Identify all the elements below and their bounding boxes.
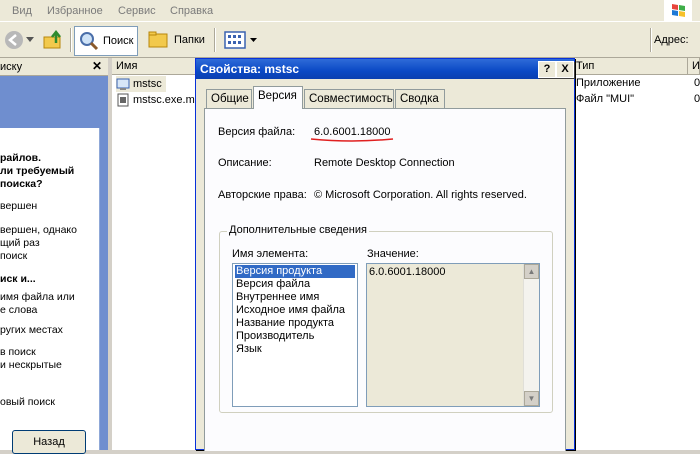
close-pane-icon[interactable]: ✕ — [92, 59, 102, 73]
back-button[interactable]: Назад — [12, 430, 86, 454]
left-option[interactable]: е слова — [0, 304, 98, 316]
item-listbox[interactable]: Версия продукта Версия файла Внутреннее … — [232, 263, 358, 407]
left-text-line: ли требуемый — [0, 165, 75, 177]
file-version-label: Версия файла: — [218, 126, 296, 138]
list-item[interactable]: Версия файла — [235, 278, 355, 291]
folders-button-label: Папки — [174, 34, 205, 46]
list-item[interactable]: Внутреннее имя — [235, 291, 355, 304]
tab-summary[interactable]: Сводка — [395, 89, 445, 108]
copyright-label: Авторские права: — [218, 189, 307, 201]
description-label: Описание: — [218, 157, 272, 169]
file-name: mstsc — [133, 78, 162, 90]
file-type: Приложение — [576, 77, 641, 89]
properties-dialog: Свойства: mstsc ? X Общие Версия Совмест… — [195, 58, 575, 451]
list-item[interactable]: Версия продукта — [235, 265, 355, 278]
dialog-titlebar[interactable]: Свойства: mstsc — [196, 59, 574, 79]
search-companion-card: райлов. ли требуемый поиска? вершен верш… — [0, 128, 100, 450]
folders-icon — [148, 31, 168, 48]
search-button[interactable]: Поиск — [74, 26, 139, 56]
views-icon — [224, 31, 246, 49]
value-label: Значение: — [367, 248, 419, 260]
address-label: Адрес: — [654, 34, 689, 46]
search-button-label: Поиск — [103, 35, 134, 47]
up-folder-button[interactable] — [38, 26, 68, 54]
column-header-type[interactable]: Тип — [572, 58, 688, 75]
menu-help[interactable]: Справка — [170, 5, 213, 17]
left-option[interactable]: и нескрытые — [0, 359, 98, 371]
copyright-value: © Microsoft Corporation. All rights rese… — [314, 189, 527, 201]
file-type: Файл "MUI" — [576, 93, 635, 105]
left-option[interactable]: вершен — [0, 200, 98, 212]
tab-compatibility[interactable]: Совместимость — [304, 89, 394, 108]
item-name-label: Имя элемента: — [232, 248, 309, 260]
file-extra: 0 — [694, 93, 700, 105]
left-option[interactable]: поиск — [0, 250, 98, 262]
left-option[interactable]: в поиск — [0, 346, 98, 358]
column-header-name[interactable]: Имя — [112, 58, 196, 75]
file-extra: 0 — [694, 77, 700, 89]
left-option[interactable]: овый поиск — [0, 396, 98, 408]
dialog-title: Свойства: mstsc — [200, 62, 300, 76]
group-title: Дополнительные сведения — [227, 224, 369, 236]
up-folder-icon — [43, 29, 61, 49]
search-pane-title: иску — [0, 61, 23, 73]
list-item[interactable]: Производитель — [235, 330, 355, 343]
toolbar: Поиск Папки Адрес: — [0, 22, 700, 58]
column-header-extra[interactable]: И — [688, 58, 700, 75]
file-row[interactable]: mstsc.exe.m — [116, 92, 195, 108]
menu-tools[interactable]: Сервис — [118, 5, 156, 17]
menu-bar: Вид Избранное Сервис Справка — [0, 0, 700, 22]
value-textbox[interactable]: 6.0.6001.18000 ▲ ▼ — [366, 263, 540, 407]
left-option[interactable]: щий раз — [0, 237, 98, 249]
list-item[interactable]: Название продукта — [235, 317, 355, 330]
value-scrollbar[interactable]: ▲ ▼ — [523, 264, 539, 406]
menu-favorites[interactable]: Избранное — [47, 5, 103, 17]
tab-version[interactable]: Версия — [253, 86, 303, 109]
close-button[interactable]: X — [556, 61, 574, 78]
list-item[interactable]: Исходное имя файла — [235, 304, 355, 317]
left-text-line: поиска? — [0, 178, 43, 190]
description-value: Remote Desktop Connection — [314, 157, 455, 169]
left-option[interactable]: вершен, однако — [0, 224, 98, 236]
search-icon — [80, 32, 99, 51]
left-option[interactable]: имя файла или — [0, 291, 98, 303]
back-arrow-icon — [5, 31, 23, 49]
red-annotation-underline — [310, 138, 394, 142]
application-icon — [116, 78, 130, 90]
scroll-up-icon[interactable]: ▲ — [524, 264, 539, 279]
value-text: 6.0.6001.18000 — [369, 266, 446, 278]
list-item[interactable]: Язык — [235, 343, 355, 356]
search-pane-header: иску ✕ — [0, 58, 108, 76]
file-row[interactable]: mstsc — [116, 76, 166, 92]
left-option[interactable]: ругих местах — [0, 324, 98, 336]
left-text-line: райлов. — [0, 152, 42, 164]
left-text-line: иск и... — [0, 273, 36, 285]
help-button[interactable]: ? — [538, 61, 556, 78]
windows-logo-icon — [664, 0, 692, 22]
folders-button[interactable]: Папки — [144, 26, 209, 54]
tab-general[interactable]: Общие — [206, 89, 252, 108]
views-dropdown-icon — [250, 37, 257, 42]
menu-view[interactable]: Вид — [12, 5, 32, 17]
file-icon — [117, 93, 129, 107]
back-dropdown-icon[interactable] — [22, 26, 38, 54]
file-name: mstsc.exe.m — [133, 94, 195, 106]
scroll-down-icon[interactable]: ▼ — [524, 391, 539, 406]
views-button[interactable] — [220, 26, 261, 54]
